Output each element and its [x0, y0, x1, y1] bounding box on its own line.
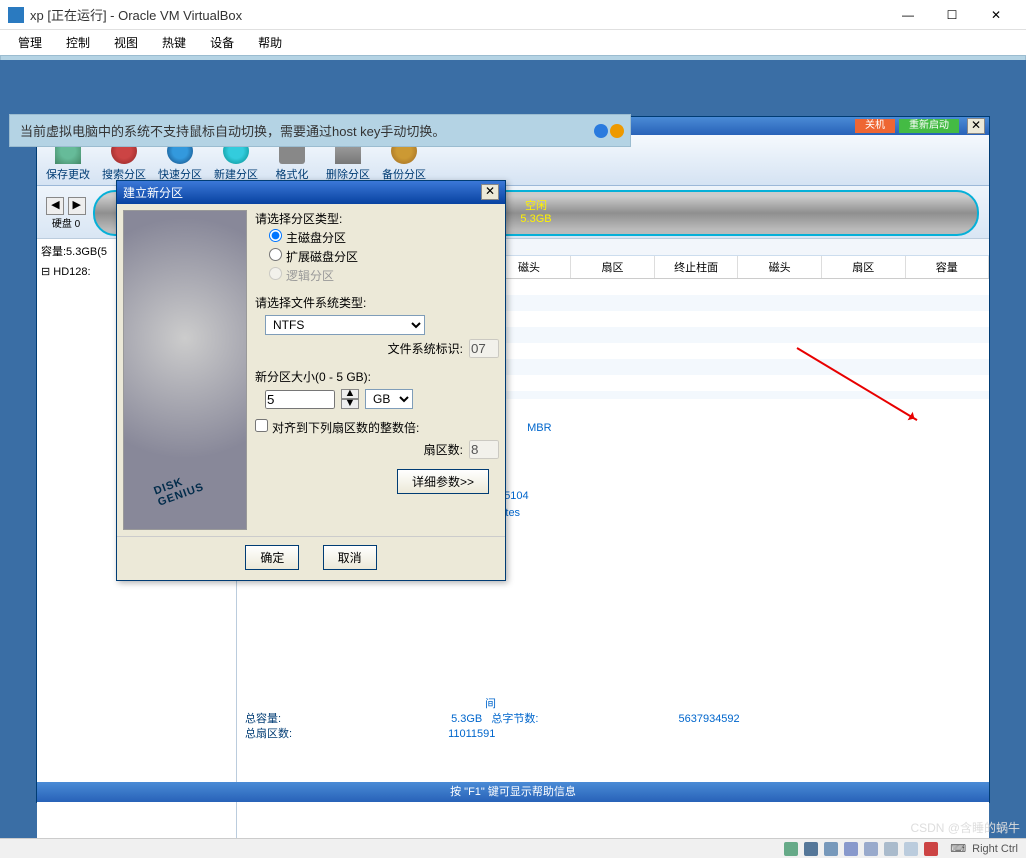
label-partition-type: 请选择分区类型: [255, 210, 499, 227]
size-down-icon[interactable]: ▼ [341, 399, 359, 409]
menu-manage[interactable]: 管理 [6, 32, 54, 53]
dg-statusbar: 按 "F1" 键可显示帮助信息 [37, 782, 989, 802]
dialog-titlebar: 建立新分区 ✕ [117, 181, 505, 204]
bottom-stats: 间 总容量:5.3GB 总字节数:5637934592 总扇区数:1101159… [245, 697, 740, 742]
status-net-icon [824, 842, 838, 856]
select-filesystem[interactable]: NTFS [265, 315, 425, 335]
input-fs-id [469, 339, 499, 358]
menu-hotkey[interactable]: 热键 [150, 32, 198, 53]
tree-disk-node[interactable]: HD128: [53, 266, 90, 278]
vbox-icon [8, 7, 24, 23]
ok-button[interactable]: 确定 [245, 545, 299, 570]
status-shared-icon [864, 842, 878, 856]
create-partition-dialog: 建立新分区 ✕ 请选择分区类型: 主磁盘分区 扩展磁盘分区 逻辑分区 请选择文件… [116, 180, 506, 581]
input-sector-count [469, 440, 499, 459]
minimize-button[interactable]: — [886, 1, 930, 29]
maximize-button[interactable]: ☐ [930, 1, 974, 29]
close-button[interactable]: ✕ [974, 1, 1018, 29]
disk-label: 硬盘 0 [52, 219, 80, 230]
dialog-close-icon[interactable]: ✕ [481, 184, 499, 200]
menu-view[interactable]: 视图 [102, 32, 150, 53]
next-disk-icon[interactable]: ▶ [68, 197, 86, 215]
label-fs-type: 请选择文件系统类型: [255, 294, 499, 311]
radio-logical [269, 267, 282, 280]
advanced-button[interactable]: 详细参数>> [397, 469, 489, 494]
label-fs-id: 文件系统标识: [388, 340, 463, 357]
menu-device[interactable]: 设备 [198, 32, 246, 53]
cancel-button[interactable]: 取消 [323, 545, 377, 570]
watermark-text: CSDN @含睡的蜗牛 [910, 819, 1020, 836]
status-mouse-icon [924, 842, 938, 856]
host-key-label: Right Ctrl [972, 843, 1018, 855]
dg-close-icon[interactable]: ✕ [967, 118, 985, 134]
label-sector-count: 扇区数: [424, 441, 463, 458]
prev-disk-icon[interactable]: ◀ [46, 197, 64, 215]
window-title: xp [正在运行] - Oracle VM VirtualBox [30, 5, 886, 24]
status-display-icon [884, 842, 898, 856]
notice2-close-icon[interactable] [594, 124, 624, 138]
status-usb-icon [844, 842, 858, 856]
checkbox-align[interactable] [255, 419, 268, 432]
vbox-statusbar: ⌨Right Ctrl [0, 838, 1026, 858]
menu-control[interactable]: 控制 [54, 32, 102, 53]
radio-extended[interactable] [269, 248, 282, 261]
hdd-illustration [123, 210, 247, 530]
status-rec-icon [904, 842, 918, 856]
menu-help[interactable]: 帮助 [246, 32, 294, 53]
mouse-integration-notice: 当前虚拟电脑中的系统不支持鼠标自动切换，需要通过host key手动切换。 [9, 114, 631, 147]
status-hd-icon [784, 842, 798, 856]
vbox-titlebar: xp [正在运行] - Oracle VM VirtualBox — ☐ ✕ [0, 0, 1026, 30]
restart-button[interactable]: 重新启动 [899, 119, 959, 133]
status-cd-icon [804, 842, 818, 856]
input-size[interactable] [265, 390, 335, 409]
label-size: 新分区大小(0 - 5 GB): [255, 368, 499, 385]
shutdown-button[interactable]: 关机 [855, 119, 895, 133]
radio-primary[interactable] [269, 229, 282, 242]
select-unit[interactable]: GB [365, 389, 413, 409]
vbox-menubar: 管理 控制 视图 热键 设备 帮助 [0, 30, 1026, 54]
